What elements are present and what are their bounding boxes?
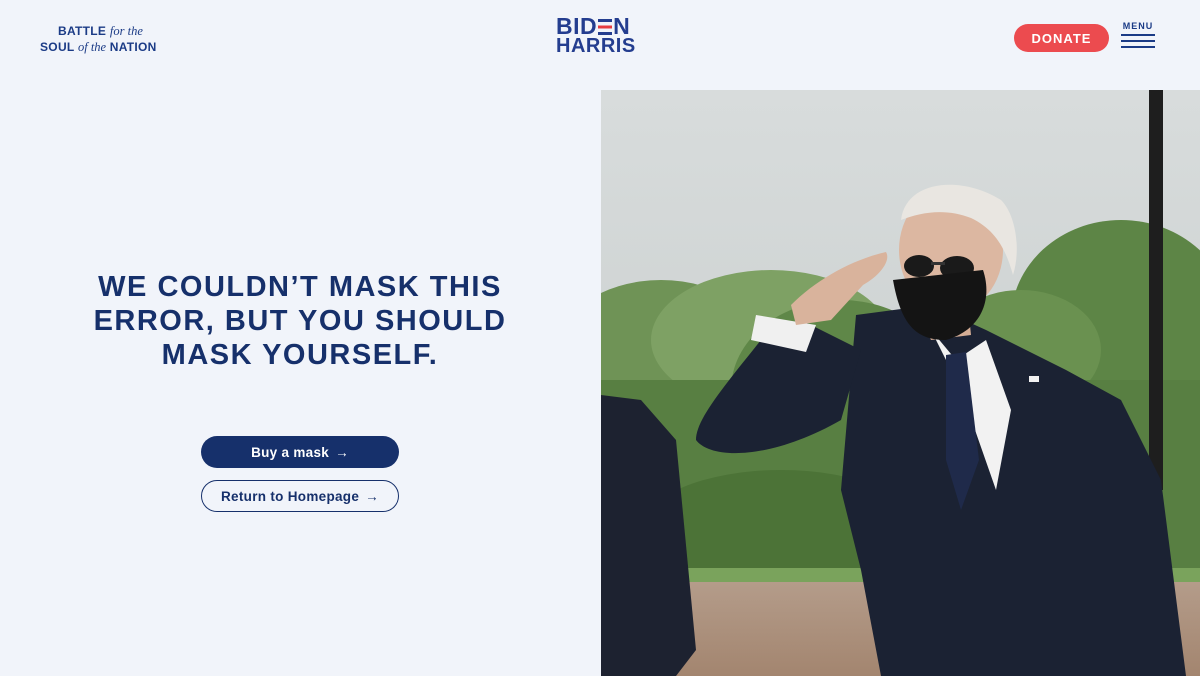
return-homepage-button[interactable]: Return to Homepage →	[201, 480, 399, 512]
tagline-battle: BATTLE	[58, 24, 107, 38]
hero-photo	[601, 90, 1200, 676]
saluting-man-photo	[601, 90, 1200, 676]
return-homepage-label: Return to Homepage	[221, 488, 360, 504]
logo-stripe-e-icon	[598, 19, 613, 35]
biden-harris-logo[interactable]: BID N HARRIS	[556, 15, 636, 57]
buy-mask-label: Buy a mask	[251, 444, 330, 460]
hamburger-menu-icon	[1121, 34, 1155, 36]
buy-mask-button[interactable]: Buy a mask →	[201, 436, 399, 468]
tagline-for-the: for the	[109, 24, 143, 38]
arrow-right-icon: →	[335, 444, 349, 460]
logo-line-harris: HARRIS	[556, 35, 636, 57]
hamburger-bar	[1121, 40, 1155, 42]
hamburger-bar	[1121, 46, 1155, 48]
arrow-right-icon: →	[365, 488, 379, 504]
tagline-soul: SOUL	[40, 40, 75, 54]
tagline-of-the: of the	[77, 40, 107, 54]
tagline-nation: NATION	[109, 40, 157, 54]
campaign-tagline[interactable]: BATTLE for the SOUL of the NATION	[40, 23, 157, 55]
donate-button[interactable]: DONATE	[1014, 24, 1109, 52]
menu-label: MENU	[1122, 21, 1154, 31]
logo-line-biden: BID N	[556, 15, 636, 38]
error-headline: WE COULDN’T MASK THIS ERROR, BUT YOU SHO…	[93, 271, 507, 371]
menu-button[interactable]: MENU	[1121, 21, 1155, 53]
